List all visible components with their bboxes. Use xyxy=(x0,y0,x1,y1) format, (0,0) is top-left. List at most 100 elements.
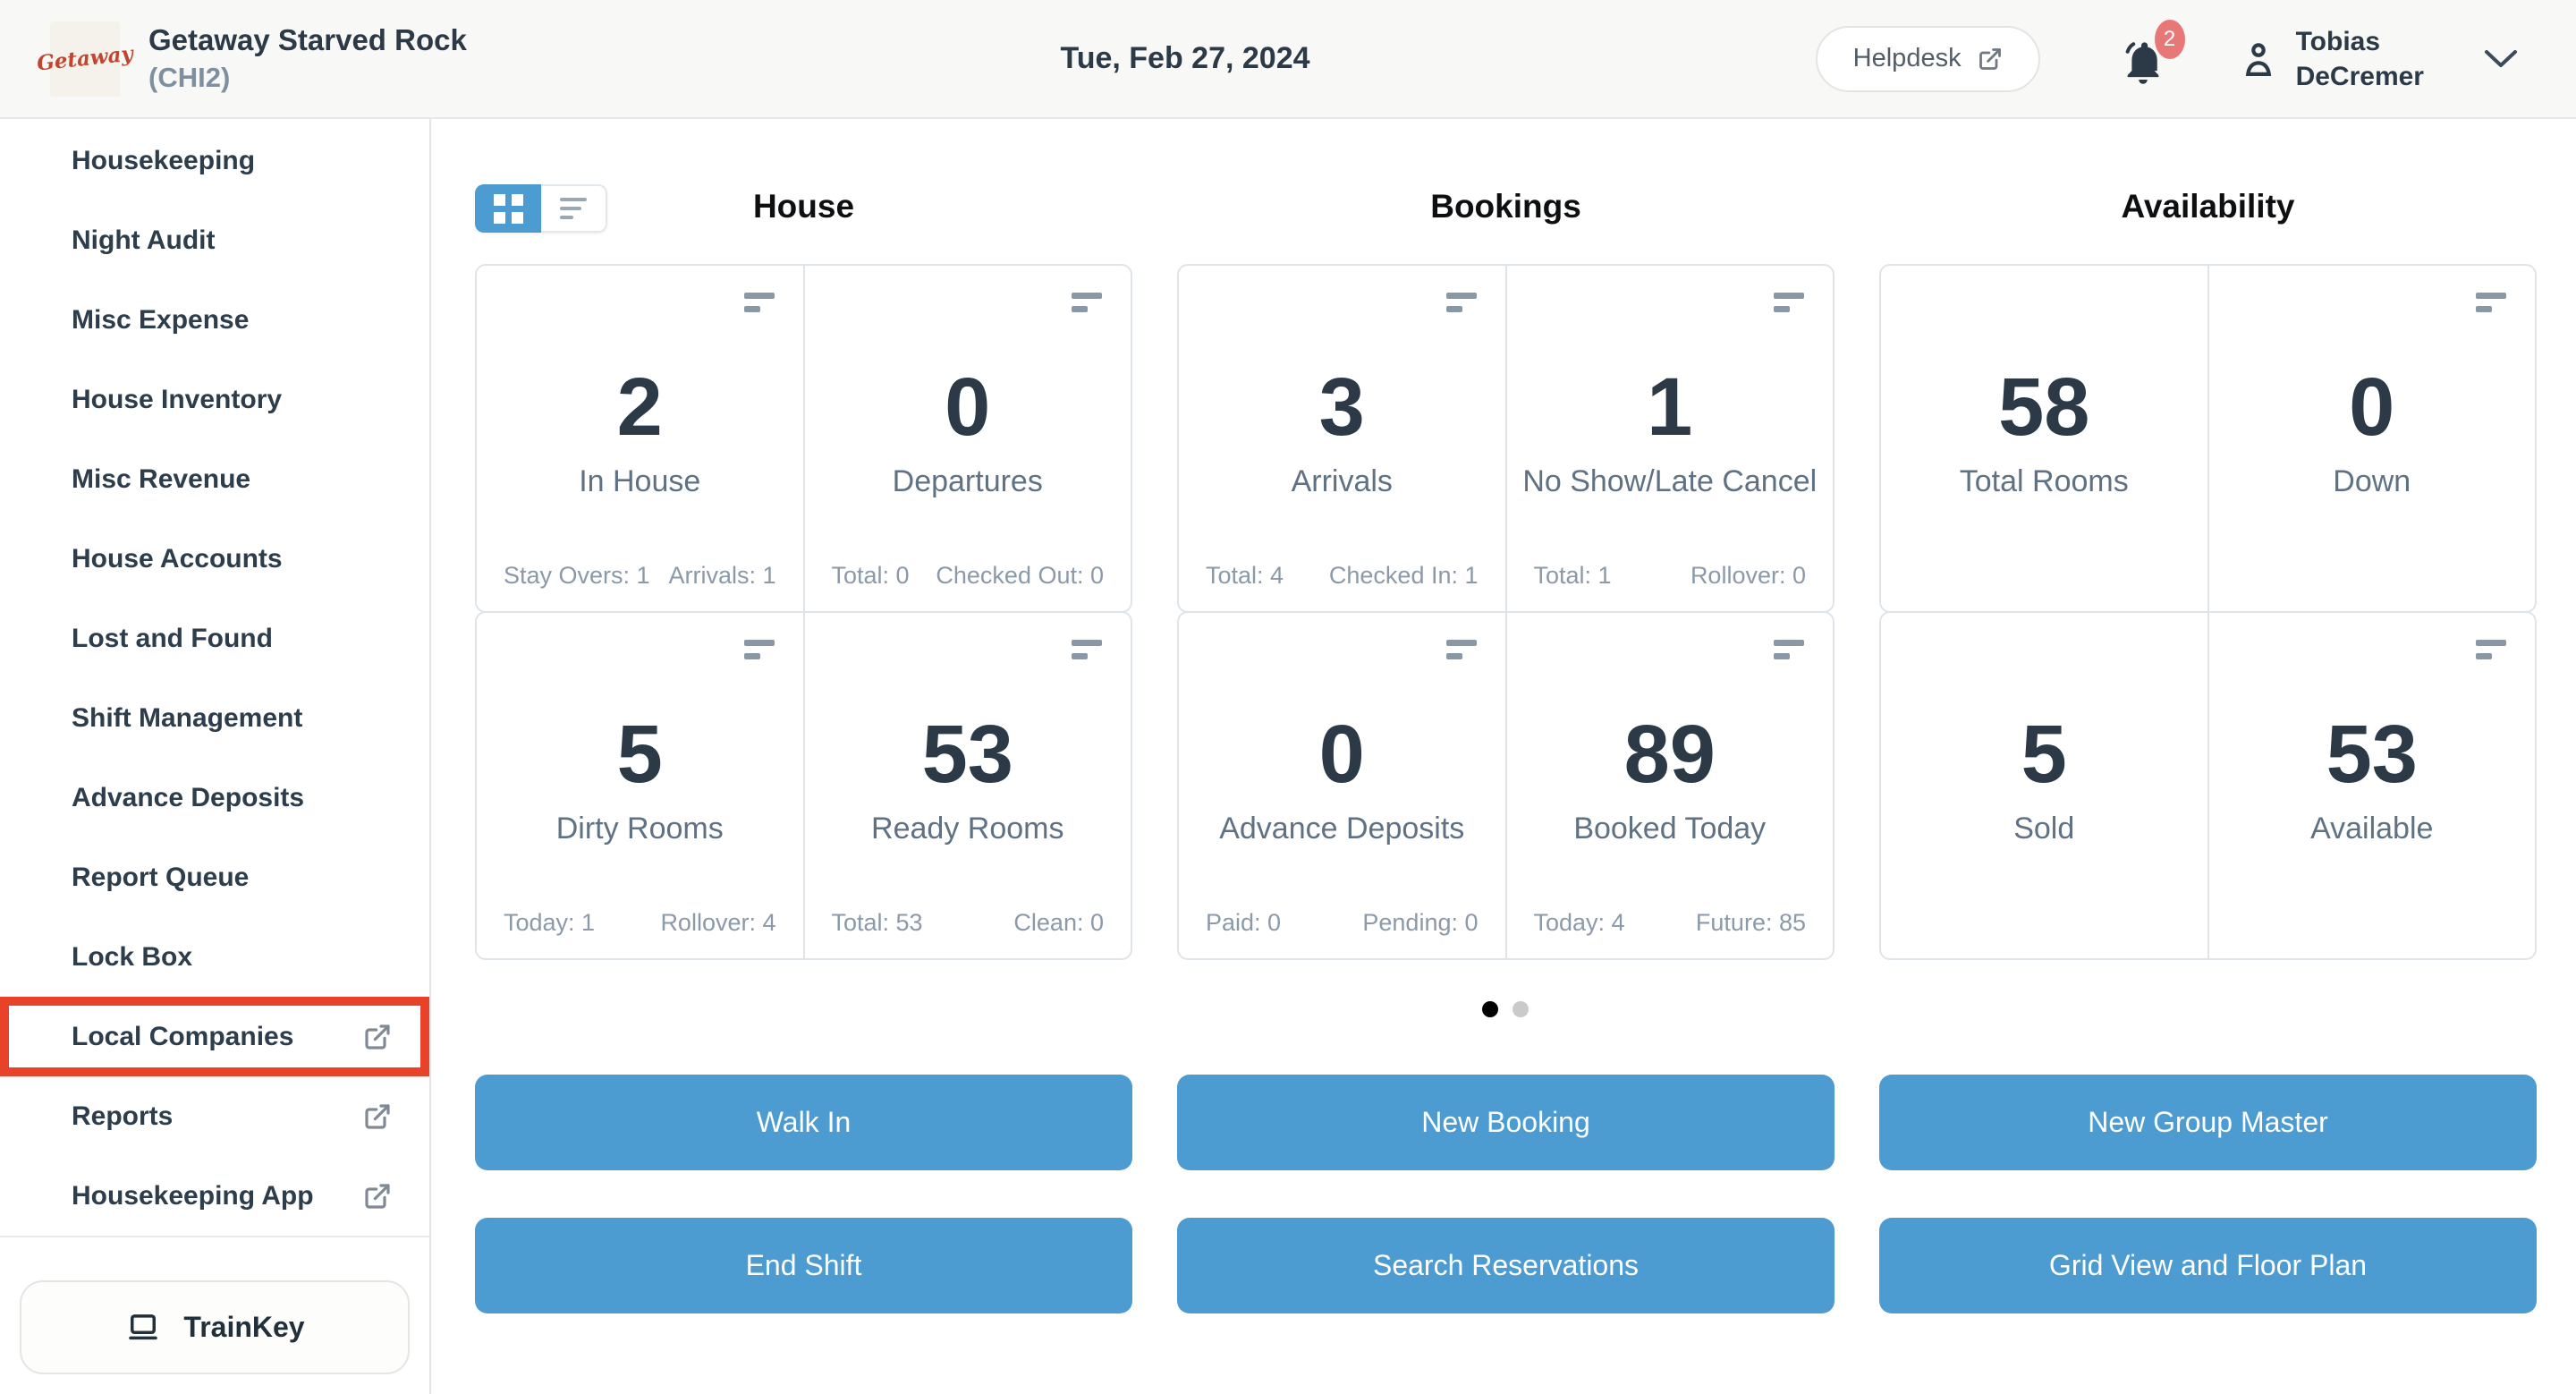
trainkey-section: TrainKey xyxy=(0,1236,429,1394)
sidebar-item-night-audit[interactable]: Night Audit xyxy=(0,200,429,280)
sidebar-item-label: House Inventory xyxy=(72,385,282,415)
sidebar-nav: Housekeeping Night Audit Misc Expense Ho… xyxy=(0,119,429,1236)
sidebar-item-advance-deposits[interactable]: Advance Deposits xyxy=(0,758,429,837)
house-panel: 2 In House Stay Overs: 1 Arrivals: 1 0 D… xyxy=(475,264,1132,960)
walk-in-button[interactable]: Walk In xyxy=(475,1075,1132,1170)
user-icon xyxy=(2239,37,2278,81)
stat-value: 1 xyxy=(1647,366,1692,448)
section-title-bookings: Bookings xyxy=(1177,188,1835,225)
sidebar-item-label: Housekeeping xyxy=(72,146,255,176)
new-booking-button[interactable]: New Booking xyxy=(1177,1075,1835,1170)
stat-card-row: 3 Arrivals Total: 4 Checked In: 1 1 No S… xyxy=(1177,264,1835,613)
stat-cell-no-show-late-cancel: 1 No Show/Late Cancel Total: 1 Rollover:… xyxy=(1505,266,1834,611)
stat-label: In House xyxy=(579,464,700,499)
pms-dashboard: Getaway Getaway Starved Rock (CHI2) Tue,… xyxy=(0,0,2576,1394)
card-menu-icon[interactable] xyxy=(1774,293,1804,312)
sidebar-item-shift-management[interactable]: Shift Management xyxy=(0,678,429,758)
sidebar-item-housekeeping[interactable]: Housekeeping xyxy=(0,121,429,200)
stat-label: Departures xyxy=(893,464,1043,499)
search-reservations-button[interactable]: Search Reservations xyxy=(1177,1218,1835,1313)
list-view-button[interactable] xyxy=(541,184,607,233)
card-menu-icon[interactable] xyxy=(744,640,775,659)
card-menu-icon[interactable] xyxy=(744,293,775,312)
stat-detail: Clean: 0 xyxy=(1013,909,1104,937)
stat-detail: Checked Out: 0 xyxy=(936,562,1104,590)
sidebar-item-lock-box[interactable]: Lock Box xyxy=(0,917,429,997)
app-header: Getaway Getaway Starved Rock (CHI2) Tue,… xyxy=(0,0,2576,119)
stat-label: Arrivals xyxy=(1292,464,1393,499)
user-first-name: Tobias xyxy=(2296,27,2380,56)
current-date: Tue, Feb 27, 2024 xyxy=(1060,41,1309,76)
helpdesk-label: Helpdesk xyxy=(1853,44,1962,73)
notifications-bell-button[interactable]: 2 xyxy=(2119,30,2169,88)
stat-footer: Today: 4 Future: 85 xyxy=(1534,909,1807,937)
sidebar-item-label: Reports xyxy=(72,1101,173,1132)
stat-detail: Total: 4 xyxy=(1206,562,1284,590)
chevron-down-icon[interactable] xyxy=(2483,48,2519,70)
property-name: Getaway Starved Rock xyxy=(148,23,467,57)
trainkey-button[interactable]: TrainKey xyxy=(20,1280,410,1374)
sidebar-item-house-inventory[interactable]: House Inventory xyxy=(0,360,429,439)
sidebar-item-label: Shift Management xyxy=(72,703,302,734)
stat-detail: Total: 0 xyxy=(832,562,910,590)
sidebar-item-reports[interactable]: Reports xyxy=(0,1076,429,1156)
stat-footer: Total: 4 Checked In: 1 xyxy=(1206,562,1479,590)
stat-label: Ready Rooms xyxy=(871,812,1063,846)
stat-footer: Stay Overs: 1 Arrivals: 1 xyxy=(504,562,776,590)
grid-view-floor-plan-button[interactable]: Grid View and Floor Plan xyxy=(1879,1218,2537,1313)
card-menu-icon[interactable] xyxy=(1072,640,1102,659)
section-title-availability: Availability xyxy=(1879,188,2537,225)
stat-detail: Future: 85 xyxy=(1696,909,1806,937)
stat-value: 0 xyxy=(945,366,990,448)
stat-detail: Rollover: 4 xyxy=(660,909,775,937)
stat-label: Sold xyxy=(2013,812,2074,846)
stat-value: 53 xyxy=(922,713,1013,795)
main-content: House Bookings Availability 2 In House S… xyxy=(431,119,2576,1394)
list-icon xyxy=(560,192,587,225)
stat-detail: Today: 1 xyxy=(504,909,595,937)
stat-label: Dirty Rooms xyxy=(556,812,724,846)
end-shift-button[interactable]: End Shift xyxy=(475,1218,1132,1313)
stat-card-row: 5 Dirty Rooms Today: 1 Rollover: 4 53 Re… xyxy=(475,611,1132,960)
sidebar-item-lost-and-found[interactable]: Lost and Found xyxy=(0,599,429,678)
stat-label: No Show/Late Cancel xyxy=(1522,464,1817,499)
stat-cell-ready-rooms: 53 Ready Rooms Total: 53 Clean: 0 xyxy=(803,613,1131,958)
carousel-pagination xyxy=(475,1001,2536,1017)
stat-footer: Today: 1 Rollover: 4 xyxy=(504,909,776,937)
pagination-dot[interactable] xyxy=(1513,1001,1529,1017)
user-menu[interactable]: Tobias DeCremer xyxy=(2239,24,2424,94)
helpdesk-button[interactable]: Helpdesk xyxy=(1816,26,2040,92)
card-menu-icon[interactable] xyxy=(1446,293,1477,312)
grid-icon xyxy=(494,194,523,224)
external-link-icon xyxy=(363,1102,392,1131)
notification-badge: 2 xyxy=(2155,20,2185,59)
brand-logo: Getaway xyxy=(50,21,120,97)
property-titles: Getaway Starved Rock (CHI2) xyxy=(148,23,467,94)
stat-cell-arrivals: 3 Arrivals Total: 4 Checked In: 1 xyxy=(1179,266,1505,611)
card-menu-icon[interactable] xyxy=(2476,640,2506,659)
stat-value: 53 xyxy=(2326,713,2418,795)
stat-value: 58 xyxy=(1998,366,2089,448)
sidebar-item-report-queue[interactable]: Report Queue xyxy=(0,837,429,917)
card-menu-icon[interactable] xyxy=(2476,293,2506,312)
card-menu-icon[interactable] xyxy=(1072,293,1102,312)
sidebar-item-label: Local Companies xyxy=(72,1022,293,1052)
pagination-dot[interactable] xyxy=(1482,1001,1498,1017)
sidebar-item-misc-expense[interactable]: Misc Expense xyxy=(0,280,429,360)
card-menu-icon[interactable] xyxy=(1774,640,1804,659)
sidebar-item-house-accounts[interactable]: House Accounts xyxy=(0,519,429,599)
stat-cell-dirty-rooms: 5 Dirty Rooms Today: 1 Rollover: 4 xyxy=(477,613,803,958)
card-menu-icon[interactable] xyxy=(1446,640,1477,659)
sidebar-item-label: Housekeeping App xyxy=(72,1181,314,1211)
stat-cell-in-house: 2 In House Stay Overs: 1 Arrivals: 1 xyxy=(477,266,803,611)
section-headings: House Bookings Availability xyxy=(475,119,2536,264)
sidebar-item-label: Lost and Found xyxy=(72,624,273,654)
sidebar-item-housekeeping-app[interactable]: Housekeeping App xyxy=(0,1156,429,1236)
stat-detail: Arrivals: 1 xyxy=(668,562,775,590)
new-group-master-button[interactable]: New Group Master xyxy=(1879,1075,2537,1170)
sidebar-item-local-companies[interactable]: Local Companies xyxy=(0,997,429,1076)
bookings-panel: 3 Arrivals Total: 4 Checked In: 1 1 No S… xyxy=(1177,264,1835,960)
sidebar-item-misc-revenue[interactable]: Misc Revenue xyxy=(0,439,429,519)
grid-view-button[interactable] xyxy=(475,184,541,233)
stat-card-row: 0 Advance Deposits Paid: 0 Pending: 0 89… xyxy=(1177,611,1835,960)
